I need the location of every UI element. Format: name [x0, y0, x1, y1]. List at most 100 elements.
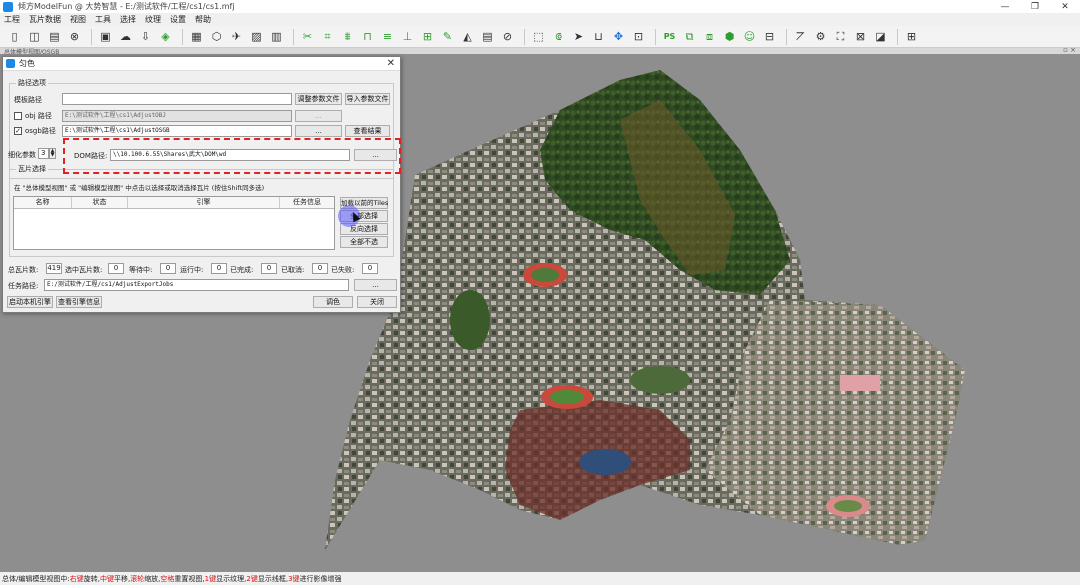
erase-icon[interactable]: ⊘ [499, 28, 516, 45]
chart-icon[interactable]: ⦢ [792, 28, 809, 45]
task-browse-button[interactable]: ... [354, 279, 397, 291]
done-value: 0 [261, 263, 277, 274]
mesh-icon[interactable]: ⛶ [832, 28, 849, 45]
running-value: 0 [211, 263, 227, 274]
task-path-input[interactable]: E:/测试软件/工程/cs1/AdjustExportJobs [44, 279, 349, 291]
obj-path-checkbox[interactable] [14, 112, 22, 120]
stop-icon[interactable]: ▣ [97, 28, 114, 45]
model-icon[interactable]: ⬢ [721, 28, 738, 45]
toolbar-divider [655, 28, 656, 45]
menu-select[interactable]: 选择 [120, 14, 136, 25]
fit-icon[interactable]: ⊡ [630, 28, 647, 45]
start-engine-button[interactable]: 启动本机引擎 [7, 296, 53, 308]
dialog-close-icon[interactable]: ✕ [387, 58, 395, 69]
pointer-icon[interactable]: ➤ [570, 28, 587, 45]
cut-icon[interactable]: ✂ [299, 28, 316, 45]
copy-icon[interactable]: ⧉ [681, 28, 698, 45]
refine-params-spinbox[interactable]: 3 [38, 148, 49, 159]
move-icon[interactable]: ✥ [610, 28, 627, 45]
cloud-icon[interactable]: ☁ [117, 28, 134, 45]
selected-tiles-value: 0 [108, 263, 124, 274]
image-icon[interactable]: ▨ [248, 28, 265, 45]
toolbar-divider [293, 28, 294, 45]
photoshop-icon[interactable]: PS [661, 28, 678, 45]
template-path-input[interactable] [62, 93, 292, 105]
toolbar-divider [786, 28, 787, 45]
window-titlebar: 倾方ModelFun @ 大势智慧 - E:/测试软件/工程/cs1/cs1.m… [0, 0, 1080, 13]
new-file-icon[interactable]: ▯ [6, 28, 23, 45]
menu-help[interactable]: 帮助 [195, 14, 211, 25]
osgb-path-input[interactable]: E:\测试软件\工程\cs1\AdjustOSGB [62, 125, 292, 137]
dialog-app-icon [6, 59, 15, 68]
layers-icon[interactable]: ◈ [157, 28, 174, 45]
color-adjust-button[interactable]: 调色 [313, 296, 353, 308]
spin-updown-icon[interactable]: ▲ ▼ [49, 148, 56, 159]
done-label: 已完成: [230, 266, 254, 274]
clone-icon[interactable]: ⧈ [701, 28, 718, 45]
column-name[interactable]: 名称 [14, 197, 72, 208]
menu-settings[interactable]: 设置 [170, 14, 186, 25]
window-close-button[interactable]: ✕ [1050, 0, 1080, 13]
select-lasso-icon[interactable]: ⟃ [550, 28, 567, 45]
lamp-icon[interactable]: ⊥ [399, 28, 416, 45]
menu-tools[interactable]: 工具 [95, 14, 111, 25]
import-icon[interactable]: ⇩ [137, 28, 154, 45]
road-icon[interactable]: ≡ [379, 28, 396, 45]
obj-path-input[interactable]: E:\测试软件\工程\cs1\AdjustOBJ [62, 110, 292, 122]
magic-icon[interactable]: ✎ [439, 28, 456, 45]
total-tiles-value: 419 [46, 263, 62, 274]
minimize-button[interactable]: — [990, 0, 1020, 13]
basket-icon[interactable]: ⊔ [590, 28, 607, 45]
texture-flag-icon[interactable]: ⊠ [852, 28, 869, 45]
deselect-all-button[interactable]: 全部不选 [340, 236, 388, 248]
person-icon[interactable]: ☺ [741, 28, 758, 45]
view-result-button[interactable]: 查看结果 [345, 125, 390, 137]
close-button[interactable]: 关闭 [357, 296, 397, 308]
plane-icon[interactable]: ✈ [228, 28, 245, 45]
viewport-controls[interactable]: ▫ × [1063, 46, 1076, 54]
menu-texture[interactable]: 纹理 [145, 14, 161, 25]
wall-icon[interactable]: ⊞ [419, 28, 436, 45]
grid-icon[interactable]: ▦ [188, 28, 205, 45]
column-engine[interactable]: 引擎 [128, 197, 280, 208]
maximize-button[interactable]: ❐ [1020, 0, 1050, 13]
gear-icon[interactable]: ⚙ [812, 28, 829, 45]
status-key: 中键 [99, 574, 114, 583]
selected-tiles-label: 选中瓦片数: [65, 266, 103, 274]
close-circle-icon[interactable]: ⊗ [66, 28, 83, 45]
osgb-path-label: osgb路径 [25, 127, 56, 135]
texture-icon[interactable]: ▤ [479, 28, 496, 45]
template-path-label: 模板路径 [14, 96, 42, 104]
status-text: 缩放, [144, 574, 161, 583]
flatten-icon[interactable]: ⩩ [339, 28, 356, 45]
obj-browse-button[interactable]: ... [295, 110, 342, 122]
crop-icon[interactable]: ⌗ [319, 28, 336, 45]
dialog-titlebar: 匀色 ✕ [3, 57, 400, 71]
fill-icon[interactable]: ◭ [459, 28, 476, 45]
status-bar: 总体/编辑模型视图中: 右键 旋转, 中键 平移, 滚轮 缩放, 空格 重置视图… [0, 572, 1080, 585]
column-task-info[interactable]: 任务信息 [280, 197, 334, 208]
building-icon[interactable]: ▥ [268, 28, 285, 45]
running-label: 运行中: [180, 266, 204, 274]
menu-view[interactable]: 视图 [70, 14, 86, 25]
view-engine-info-button[interactable]: 查看引擎信息 [56, 296, 102, 308]
menu-tile-data[interactable]: 瓦片数据 [29, 14, 61, 25]
bridge-icon[interactable]: ⊓ [359, 28, 376, 45]
osgb-browse-button[interactable]: ... [295, 125, 342, 137]
column-status[interactable]: 状态 [72, 197, 128, 208]
pattern-icon[interactable]: ◪ [872, 28, 889, 45]
import-params-button[interactable]: 导入参数文件 [345, 93, 390, 105]
adjust-params-button[interactable]: 调整参数文件 [295, 93, 342, 105]
tile-table[interactable]: 名称 状态 引擎 任务信息 [13, 196, 335, 250]
sports-court [840, 375, 880, 391]
status-text: 旋转, [83, 574, 100, 583]
save-icon[interactable]: ▤ [46, 28, 63, 45]
color-balance-dialog: 匀色 ✕ 路径选项 模板路径 调整参数文件 导入参数文件 obj 路径 E:\测… [2, 56, 401, 313]
osgb-path-checkbox[interactable]: ✓ [14, 127, 22, 135]
select-rect-icon[interactable]: ⬚ [530, 28, 547, 45]
menu-project[interactable]: 工程 [4, 14, 20, 25]
export-icon[interactable]: ⊟ [761, 28, 778, 45]
settings-icon[interactable]: ⊞ [903, 28, 920, 45]
split-icon[interactable]: ◫ [26, 28, 43, 45]
cube-icon[interactable]: ⬡ [208, 28, 225, 45]
